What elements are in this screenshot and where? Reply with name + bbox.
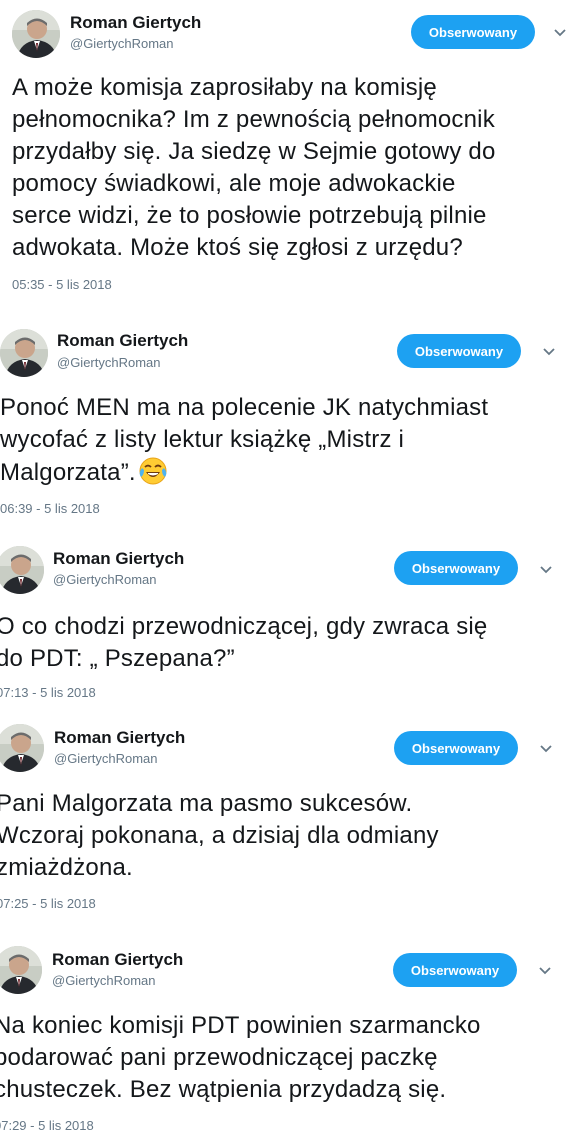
avatar-photo <box>0 329 48 377</box>
tweet-timestamp[interactable]: 06:39 - 5 lis 2018 <box>0 501 100 516</box>
tweet-4: Roman Giertych @GiertychRoman Obserwowan… <box>0 718 572 918</box>
tweet-text: O co chodzi przewodniczącej, gdy zwraca … <box>0 613 488 672</box>
author-handle[interactable]: @GiertychRoman <box>57 355 161 370</box>
tweet-3: Roman Giertych @GiertychRoman Obserwowan… <box>0 540 572 710</box>
chevron-down-icon[interactable] <box>538 743 554 755</box>
following-button[interactable]: Obserwowany <box>393 953 517 987</box>
author-handle[interactable]: @GiertychRoman <box>70 36 174 51</box>
following-button[interactable]: Obserwowany <box>397 334 521 368</box>
following-button[interactable]: Obserwowany <box>394 731 518 765</box>
tweet-text: Na koniec komisji PDT powinien szarmanck… <box>0 1012 481 1103</box>
tweet-2: Roman Giertych @GiertychRoman Obserwowan… <box>0 320 572 530</box>
author-handle[interactable]: @GiertychRoman <box>53 572 157 587</box>
tweet-5: Roman Giertych @GiertychRoman Obserwowan… <box>0 940 572 1137</box>
tweet-timestamp[interactable]: 07:13 - 5 lis 2018 <box>0 685 96 700</box>
tweet-timestamp[interactable]: 07:29 - 5 lis 2018 <box>0 1118 94 1133</box>
tweet-timestamp[interactable]: 07:25 - 5 lis 2018 <box>0 896 96 911</box>
chevron-down-icon[interactable] <box>552 27 568 39</box>
avatar[interactable] <box>0 329 48 377</box>
following-button[interactable]: Obserwowany <box>394 551 518 585</box>
avatar-photo <box>12 10 60 58</box>
face-with-tears-of-joy-icon <box>139 457 167 485</box>
author-name[interactable]: Roman Giertych <box>54 728 185 748</box>
tweet-timestamp[interactable]: 05:35 - 5 lis 2018 <box>12 277 112 292</box>
chevron-down-icon[interactable] <box>537 965 553 977</box>
tweet-text: Pani Malgorzata ma pasmo sukcesów. Wczor… <box>0 790 439 881</box>
avatar-photo <box>0 546 44 594</box>
avatar-photo <box>0 724 44 772</box>
tweet-text: Ponoć MEN ma na polecenie JK natychmiast… <box>0 392 488 489</box>
author-handle[interactable]: @GiertychRoman <box>52 973 156 988</box>
avatar[interactable] <box>0 724 44 772</box>
tweet-text-body: Ponoć MEN ma na polecenie JK natychmiast… <box>0 394 489 486</box>
author-name[interactable]: Roman Giertych <box>70 13 201 33</box>
author-name[interactable]: Roman Giertych <box>52 950 183 970</box>
tweet-text: A może komisja zaprosiłaby na komisję pe… <box>12 74 496 261</box>
author-name[interactable]: Roman Giertych <box>53 549 184 569</box>
author-handle[interactable]: @GiertychRoman <box>54 751 158 766</box>
following-button[interactable]: Obserwowany <box>411 15 535 49</box>
chevron-down-icon[interactable] <box>538 564 554 576</box>
tweet-1: Roman Giertych @GiertychRoman Obserwowan… <box>0 0 572 300</box>
avatar-photo <box>0 946 42 994</box>
author-name[interactable]: Roman Giertych <box>57 331 188 351</box>
chevron-down-icon[interactable] <box>541 346 557 358</box>
avatar[interactable] <box>12 10 60 58</box>
avatar[interactable] <box>0 946 42 994</box>
avatar[interactable] <box>0 546 44 594</box>
